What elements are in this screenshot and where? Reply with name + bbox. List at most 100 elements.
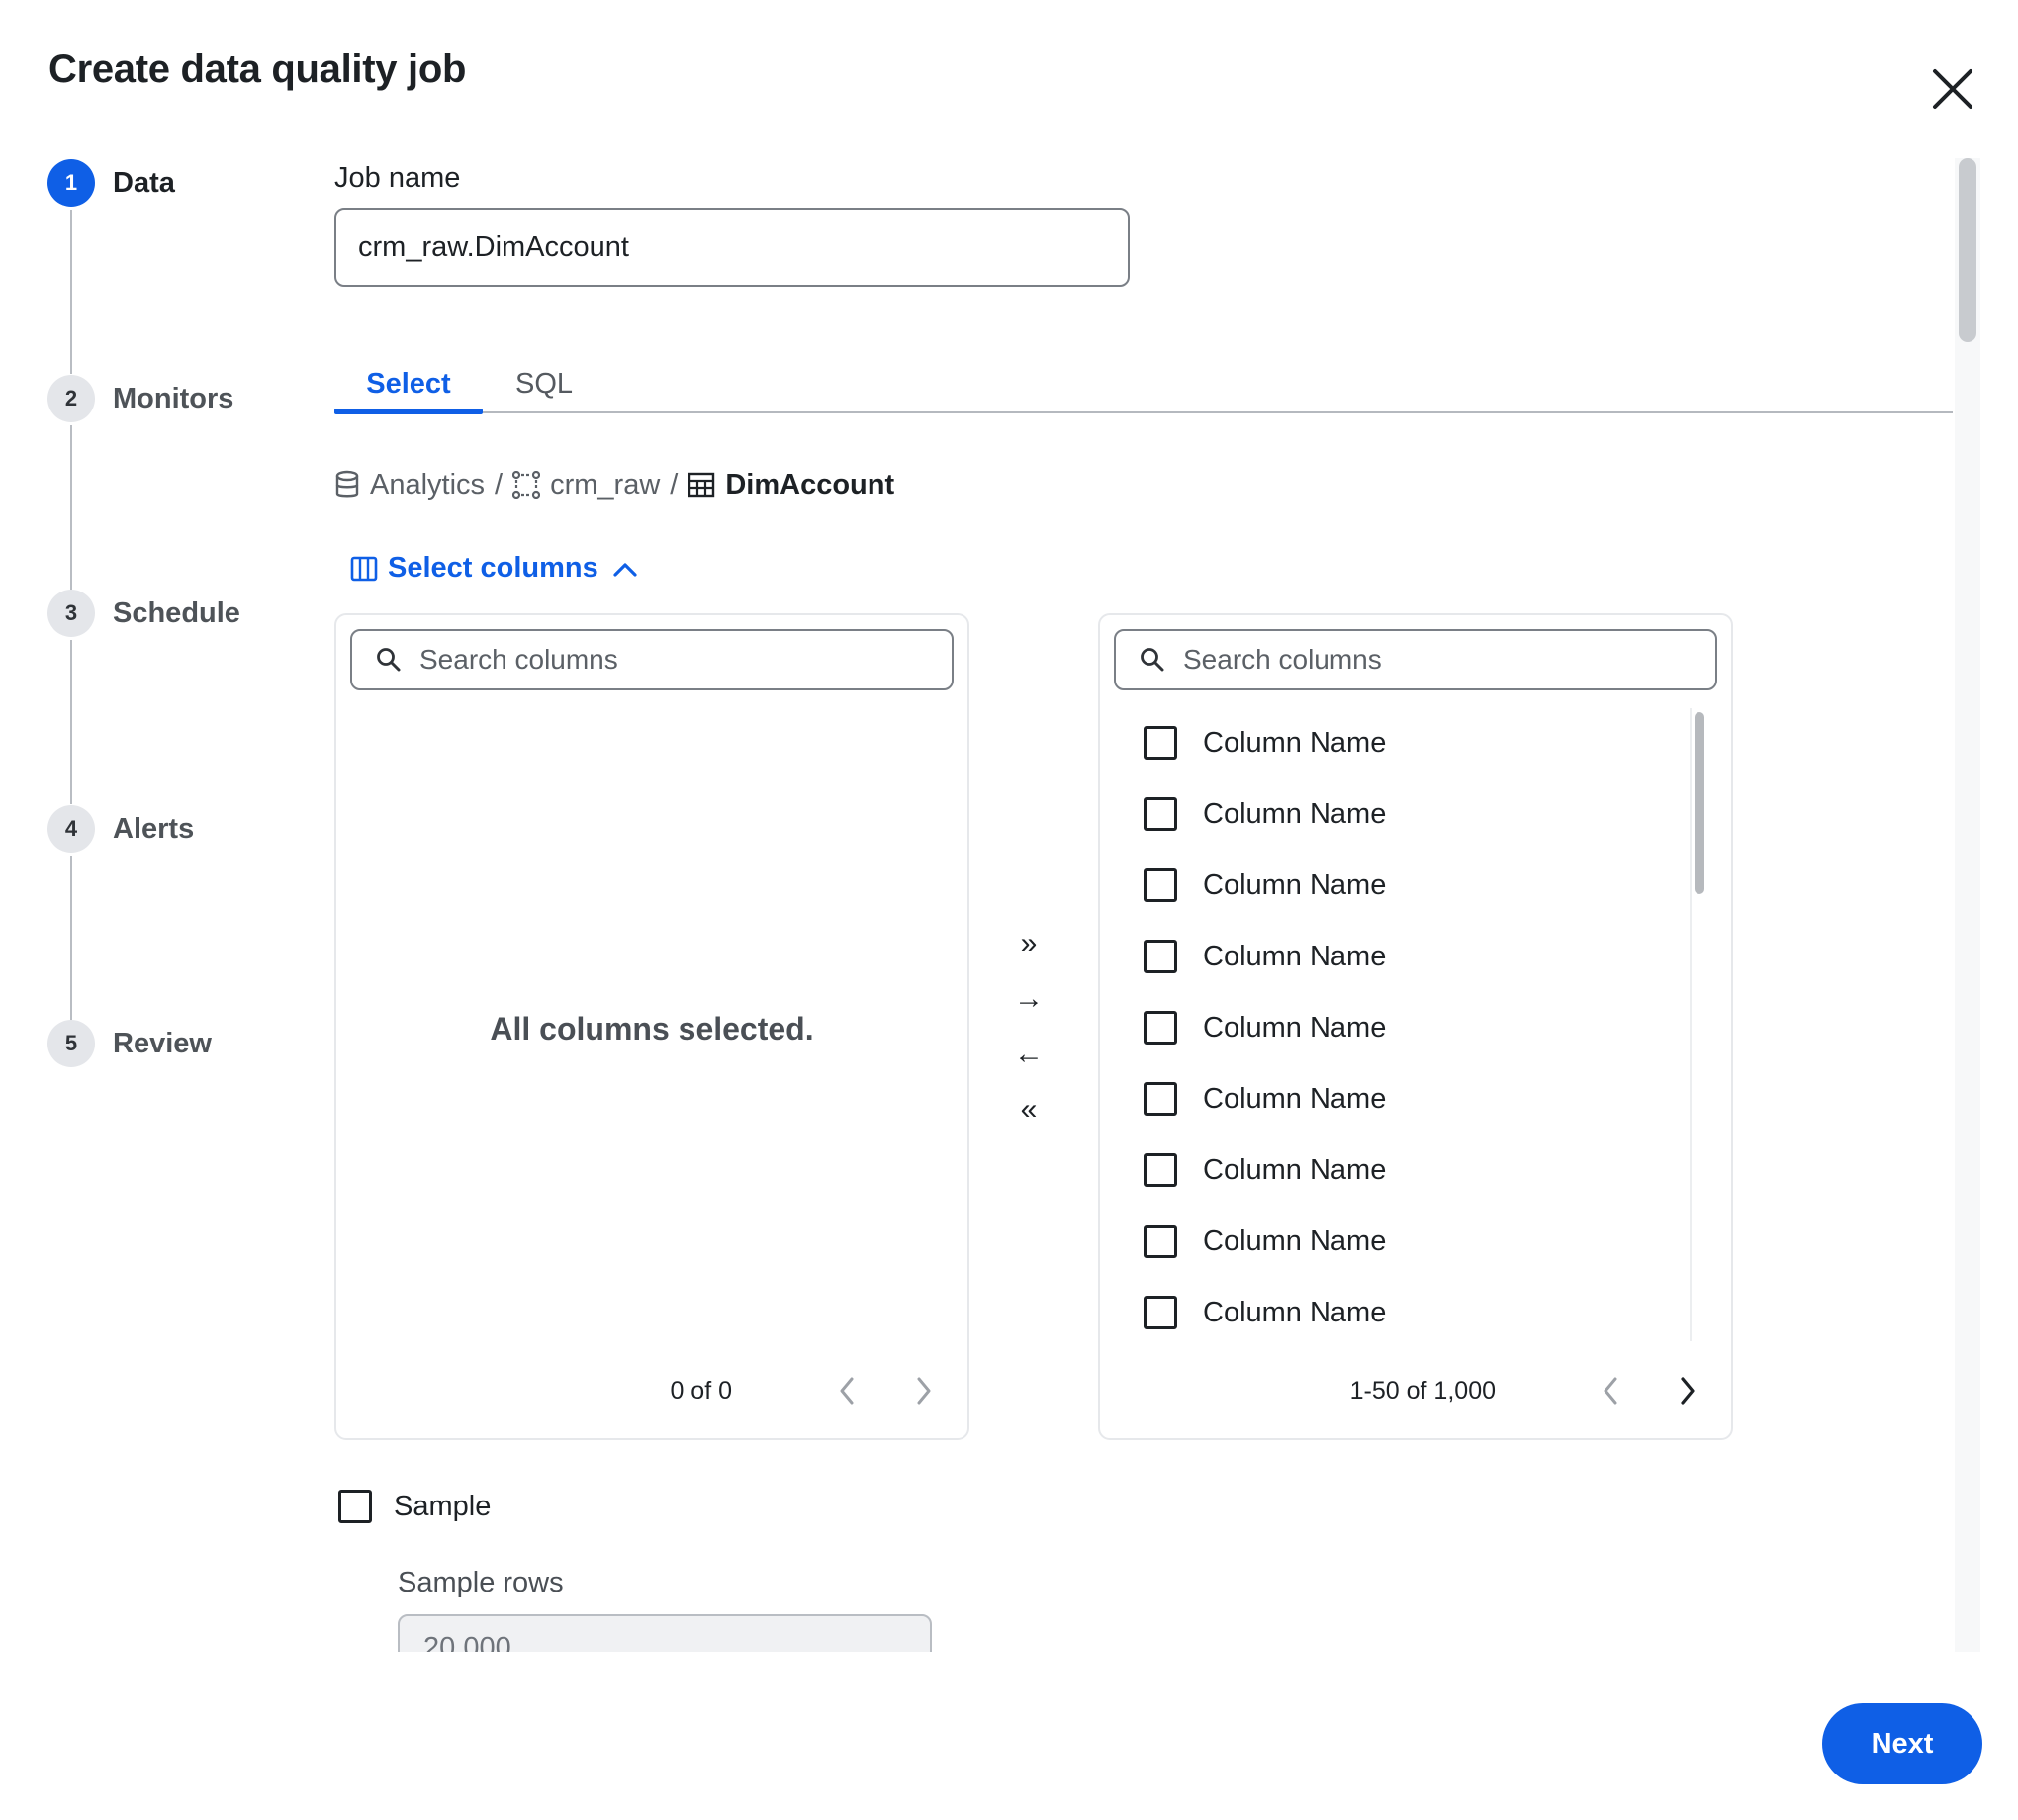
stepper: 1 Data 2 Monitors 3 Schedule 4 Alerts 5 … [47, 158, 285, 1068]
step-connector [70, 856, 72, 1020]
list-item[interactable]: Column Name [1144, 793, 1386, 835]
tab-select[interactable]: Select [334, 354, 483, 413]
dialog-footer [0, 1652, 2018, 1820]
breadcrumb-database-label: Analytics [370, 468, 486, 500]
schema-icon [512, 471, 541, 499]
step-number: 5 [47, 1020, 95, 1067]
available-columns-search[interactable] [350, 629, 954, 690]
step-number: 2 [47, 375, 95, 422]
column-checkbox[interactable] [1144, 1296, 1177, 1329]
column-name: Column Name [1203, 797, 1387, 830]
available-columns-search-input[interactable] [419, 644, 914, 676]
breadcrumb-schema-label: crm_raw [550, 468, 661, 500]
previous-page-button[interactable] [827, 1371, 867, 1410]
list-item[interactable]: Column Name [1144, 1149, 1386, 1191]
list-item[interactable]: Column Name [1144, 1007, 1386, 1048]
move-left-button[interactable]: ← [1007, 1033, 1051, 1076]
sample-rows-input[interactable]: 20,000 [398, 1614, 932, 1652]
step-label: Data [113, 166, 175, 199]
chevron-left-icon [1604, 1377, 1617, 1405]
move-right-button[interactable]: → [1007, 977, 1051, 1021]
column-checkbox[interactable] [1144, 868, 1177, 902]
tab-sql[interactable]: SQL [483, 354, 605, 413]
step-monitors[interactable]: 2 Monitors [47, 374, 233, 423]
select-columns-label: Select columns [388, 552, 598, 584]
page-scrollbar-track[interactable] [1955, 158, 1980, 1652]
step-alerts[interactable]: 4 Alerts [47, 804, 194, 854]
sample-checkbox[interactable] [338, 1490, 372, 1523]
search-icon [377, 648, 401, 672]
list-item[interactable]: Column Name [1144, 722, 1386, 764]
column-checkbox[interactable] [1144, 1011, 1177, 1045]
column-name: Column Name [1203, 868, 1387, 901]
column-checkbox[interactable] [1144, 940, 1177, 973]
sample-rows-label: Sample rows [398, 1567, 564, 1598]
close-icon [1933, 69, 1972, 109]
step-connector [70, 640, 72, 804]
chevron-right-icon [1681, 1377, 1695, 1405]
breadcrumb-table: DimAccount [688, 469, 894, 501]
create-job-dialog: Create data quality job 1 Data 2 Monitor… [0, 0, 2018, 1820]
step-connector [70, 425, 72, 590]
column-checkbox[interactable] [1144, 1153, 1177, 1187]
column-checkbox[interactable] [1144, 797, 1177, 831]
job-name-input[interactable]: crm_raw.DimAccount [334, 208, 1130, 287]
step-review[interactable]: 5 Review [47, 1019, 212, 1068]
step-number: 3 [47, 590, 95, 637]
job-name-label: Job name [334, 162, 461, 194]
available-columns-pager: 0 of 0 [670, 1371, 944, 1410]
selected-columns-search-input[interactable] [1183, 644, 1678, 676]
step-number: 4 [47, 805, 95, 853]
select-columns-toggle[interactable]: Select columns [350, 552, 640, 585]
breadcrumb-separator: / [670, 468, 679, 500]
move-all-right-button[interactable]: » [1007, 922, 1051, 965]
column-name: Column Name [1203, 1153, 1387, 1186]
chevron-left-icon [840, 1377, 854, 1405]
step-label: Review [113, 1027, 212, 1059]
selected-columns-pager: 1-50 of 1,000 [1350, 1371, 1707, 1410]
page-scrollbar-thumb[interactable] [1959, 158, 1976, 342]
search-icon [1141, 648, 1164, 672]
sample-checkbox-row[interactable]: Sample [338, 1490, 491, 1523]
pager-count: 0 of 0 [670, 1376, 732, 1405]
column-checkbox[interactable] [1144, 1225, 1177, 1258]
column-list-scrollbar-thumb[interactable] [1695, 712, 1704, 894]
previous-page-button[interactable] [1591, 1371, 1630, 1410]
breadcrumb-table-label: DimAccount [725, 468, 895, 500]
breadcrumb-database[interactable]: Analytics [334, 469, 485, 501]
list-item[interactable]: Column Name [1144, 1078, 1386, 1120]
next-button[interactable]: Next [1822, 1703, 1982, 1784]
pager-count: 1-50 of 1,000 [1349, 1376, 1496, 1405]
step-schedule[interactable]: 3 Schedule [47, 589, 240, 638]
step-data[interactable]: 1 Data [47, 158, 175, 208]
list-item[interactable]: Column Name [1144, 1292, 1386, 1333]
step-number: 1 [47, 159, 95, 207]
dialog-title: Create data quality job [48, 47, 467, 91]
chevron-up-icon [613, 562, 637, 577]
selected-columns-search[interactable] [1114, 629, 1717, 690]
list-item[interactable]: Column Name [1144, 936, 1386, 977]
columns-icon [350, 556, 378, 581]
chevron-right-icon [917, 1377, 931, 1405]
next-page-button[interactable] [1668, 1371, 1707, 1410]
step-label: Monitors [113, 382, 234, 414]
move-all-left-button[interactable]: « [1007, 1088, 1051, 1132]
list-item[interactable]: Column Name [1144, 864, 1386, 906]
database-icon [335, 470, 359, 498]
available-columns-panel: All columns selected. 0 of 0 [334, 613, 969, 1440]
column-checkbox[interactable] [1144, 726, 1177, 760]
breadcrumb-schema[interactable]: crm_raw [512, 469, 660, 501]
close-button[interactable] [1923, 59, 1982, 119]
table-icon [688, 472, 715, 498]
sample-label: Sample [394, 1490, 492, 1522]
breadcrumb-separator: / [495, 468, 504, 500]
breadcrumb: Analytics / crm_raw / DimAccount [334, 461, 894, 508]
tab-bar: Select SQL [334, 354, 1953, 413]
column-checkbox[interactable] [1144, 1082, 1177, 1116]
next-page-button[interactable] [904, 1371, 944, 1410]
column-name: Column Name [1203, 1011, 1387, 1044]
column-name: Column Name [1203, 726, 1387, 759]
main-content: Job name crm_raw.DimAccount Select SQL A… [334, 158, 1957, 1652]
column-name: Column Name [1203, 1082, 1387, 1115]
list-item[interactable]: Column Name [1144, 1221, 1386, 1262]
